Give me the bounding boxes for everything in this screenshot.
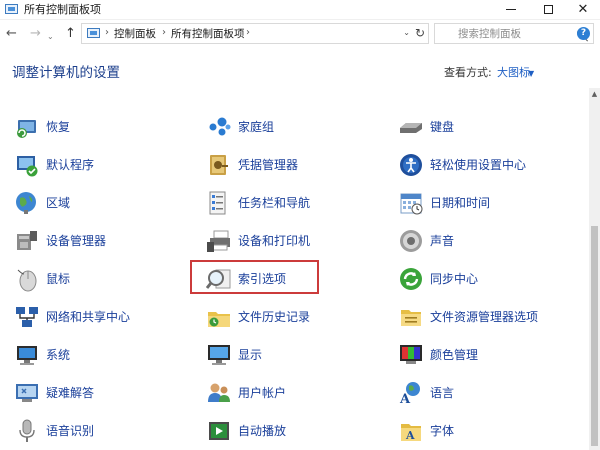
item-label: 语音识别: [46, 424, 95, 438]
item-label: 区域: [46, 196, 71, 210]
window-title: 所有控制面板项: [24, 3, 101, 16]
minimize-icon: [506, 9, 516, 10]
item-label: 日期和时间: [430, 196, 491, 210]
search-input[interactable]: 搜索控制面板: [434, 23, 594, 44]
explorer-options-icon: [398, 304, 424, 330]
date-time-icon: [398, 190, 424, 216]
breadcrumb-separator[interactable]: ›: [105, 27, 109, 38]
title-bar: 所有控制面板项 ✕: [0, 0, 600, 20]
item-label: 系统: [46, 348, 71, 362]
scrollbar-thumb[interactable]: [591, 226, 598, 446]
refresh-icon[interactable]: ↻: [415, 26, 425, 40]
forward-button[interactable]: →: [30, 26, 41, 41]
color-management-icon: [398, 342, 424, 368]
up-button[interactable]: ↑: [65, 26, 76, 41]
back-button[interactable]: ←: [6, 26, 17, 41]
user-accounts-icon: [206, 380, 232, 406]
item-label: 键盘: [430, 120, 455, 134]
minimize-button[interactable]: [494, 0, 528, 19]
item-label: 字体: [430, 424, 455, 438]
breadcrumb-control-panel[interactable]: 控制面板: [114, 27, 156, 41]
ease-of-access-icon: [398, 152, 424, 178]
svg-text:A: A: [405, 429, 415, 442]
item-label: 用户帐户: [238, 386, 287, 400]
fonts-icon: A: [398, 418, 424, 444]
address-bar[interactable]: › 控制面板 › 所有控制面板项 › ⌄ ↻: [81, 23, 429, 44]
maximize-button[interactable]: [531, 0, 565, 19]
chevron-down-icon[interactable]: ▼: [528, 69, 534, 78]
language-icon: A: [398, 380, 424, 406]
breadcrumb-all-items[interactable]: 所有控制面板项: [171, 27, 245, 41]
device-manager-icon: [14, 228, 40, 254]
svg-text:A: A: [399, 392, 411, 406]
view-by-label: 查看方式:: [444, 66, 492, 79]
item-label: 同步中心: [430, 272, 479, 286]
partial-item-icon: [403, 88, 421, 94]
sync-center-icon: [398, 266, 424, 292]
file-history-icon: [206, 304, 232, 330]
item-label: 轻松使用设置中心: [430, 158, 527, 172]
autoplay-icon: [206, 418, 232, 444]
item-label: 显示: [238, 348, 263, 362]
view-by-dropdown[interactable]: 大图标: [497, 66, 530, 80]
maximize-icon: [543, 5, 553, 14]
item-label: 颜色管理: [430, 348, 479, 362]
troubleshooting-icon: [14, 380, 40, 406]
system-icon: [14, 342, 40, 368]
item-label: 设备管理器: [46, 234, 107, 248]
item-label: 语言: [430, 386, 455, 400]
item-label: 恢复: [46, 120, 71, 134]
control-panel-app-icon: [5, 4, 18, 14]
item-label: 任务栏和导航: [238, 196, 311, 210]
search-placeholder: 搜索控制面板: [458, 28, 521, 40]
item-label: 疑难解答: [46, 386, 95, 400]
address-dropdown-icon[interactable]: ⌄: [403, 28, 410, 37]
item-label: 鼠标: [46, 272, 71, 286]
region-icon: [14, 190, 40, 216]
partial-item-icon: [16, 88, 34, 94]
partial-item-icon: [211, 88, 229, 94]
recent-locations-button[interactable]: ⌄: [47, 29, 54, 44]
breadcrumb-separator[interactable]: ›: [162, 27, 166, 38]
keyboard-icon: [398, 114, 424, 140]
control-panel-items: 恢复 家庭组 键盘 默认程序 凭据管理器 轻松使用设置中心 区域 任务栏和导航 …: [0, 88, 588, 450]
item-label: 文件资源管理器选项: [430, 310, 539, 324]
network-sharing-icon: [14, 304, 40, 330]
help-icon[interactable]: ?: [577, 27, 590, 40]
speech-recognition-icon: [14, 418, 40, 444]
item-label: 自动播放: [238, 424, 287, 438]
vertical-scrollbar[interactable]: ▲: [589, 88, 600, 450]
item-label: 家庭组: [238, 120, 275, 134]
close-icon: ✕: [577, 2, 589, 17]
control-panel-icon: [87, 28, 100, 38]
breadcrumb-separator[interactable]: ›: [246, 27, 250, 38]
item-label: 声音: [430, 234, 455, 248]
item-label: 默认程序: [46, 158, 95, 172]
page-title: 调整计算机的设置: [12, 65, 120, 81]
devices-printers-icon: [206, 228, 232, 254]
highlight-box: [190, 260, 319, 294]
taskbar-icon: [206, 190, 232, 216]
sound-icon: [398, 228, 424, 254]
default-programs-icon: [14, 152, 40, 178]
credential-manager-icon: [206, 152, 232, 178]
recovery-icon: [14, 114, 40, 140]
display-icon: [206, 342, 232, 368]
close-button[interactable]: ✕: [566, 0, 600, 19]
item-label: 凭据管理器: [238, 158, 299, 172]
item-label: 设备和打印机: [238, 234, 311, 248]
scroll-up-arrow-icon[interactable]: ▲: [589, 88, 600, 100]
navigation-bar: ← → ⌄ ↑ › 控制面板 › 所有控制面板项 › ⌄ ↻ 搜索控制面板 ?: [0, 20, 600, 48]
item-label: 网络和共享中心: [46, 310, 131, 324]
mouse-icon: [14, 266, 40, 292]
item-label: 文件历史记录: [238, 310, 311, 324]
homegroup-icon: [206, 114, 232, 140]
